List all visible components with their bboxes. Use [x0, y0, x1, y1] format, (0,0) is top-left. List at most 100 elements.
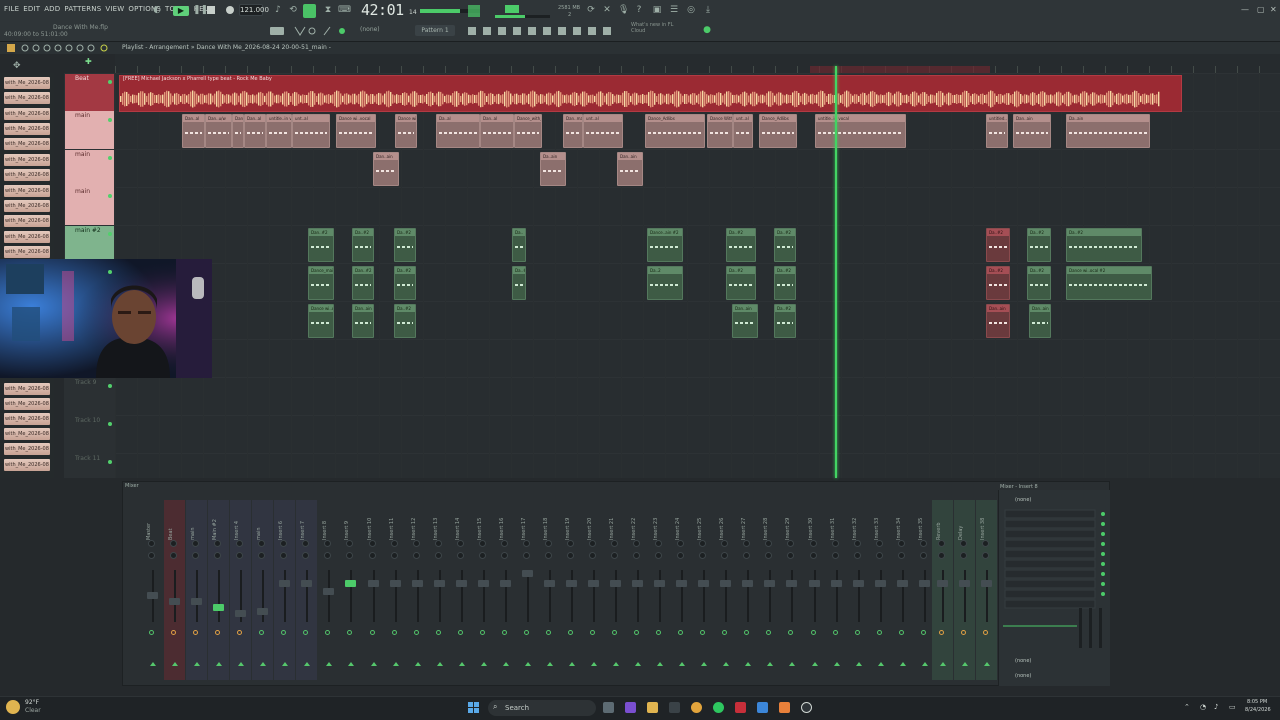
picker-item[interactable]: with_Me_2026-08 [4, 108, 50, 120]
audio-clip-selected[interactable]: Da..#2 [986, 266, 1010, 300]
mixer-channel-strip[interactable]: Insert 32 [848, 500, 869, 680]
stereo-separation-knob[interactable] [721, 552, 729, 559]
pan-knob[interactable] [589, 540, 596, 547]
picker-item[interactable]: with_Me_2026-08 [4, 383, 50, 395]
plugin-database-icon[interactable]: ▣ [652, 5, 662, 15]
fx-enable-dot[interactable] [303, 630, 309, 635]
mixer-channel-strip[interactable]: Insert 8 [318, 500, 339, 680]
route-arrow-icon[interactable] [150, 662, 156, 666]
picker-item[interactable]: with_Me_2026-08 [4, 246, 50, 258]
audio-clip[interactable]: Dan..al [244, 114, 266, 148]
stereo-separation-knob[interactable] [831, 552, 839, 559]
fx-enable-dot[interactable] [612, 630, 618, 635]
picker-item[interactable]: with_Me_2026-08 [4, 231, 50, 243]
audio-clip[interactable]: Dan..al [232, 114, 244, 148]
audio-clip-main2[interactable]: Da..#2 [1066, 228, 1142, 262]
audio-clip[interactable]: Dance wi..vocal [395, 114, 417, 148]
volume-fader-track[interactable] [791, 570, 794, 622]
audio-clip-main2[interactable]: Da..#2 [1027, 228, 1051, 262]
mixer-channel-strip[interactable]: Insert 29 [781, 500, 802, 680]
volume-fader[interactable] [610, 580, 622, 587]
pan-knob[interactable] [699, 540, 707, 547]
mixer-channel-strip[interactable]: Insert 15 [473, 500, 494, 680]
audio-clip-main2[interactable]: Da..#2 [726, 228, 756, 262]
audio-clip-main2[interactable]: Dan..ain [352, 304, 374, 338]
volume-fader-track[interactable] [857, 570, 860, 622]
picker-item[interactable]: with_Me_2026-08 [4, 169, 50, 181]
pan-knob[interactable] [853, 540, 861, 547]
volume-fader[interactable] [213, 604, 225, 611]
stereo-separation-knob[interactable] [633, 552, 641, 559]
song-position-display[interactable]: 42:01 [361, 1, 404, 19]
route-arrow-icon[interactable] [172, 662, 179, 666]
stereo-separation-knob[interactable] [258, 552, 266, 559]
mixer-channel-strip[interactable]: Insert 16 [495, 500, 516, 680]
audio-clip[interactable]: Dan..ain [1013, 114, 1051, 148]
volume-fader-track[interactable] [879, 570, 882, 622]
audio-clip[interactable]: Dan..al [182, 114, 205, 148]
pan-knob[interactable] [875, 540, 883, 547]
volume-fader[interactable] [543, 580, 555, 587]
pan-knob[interactable] [919, 540, 927, 547]
mixer-channel-strip[interactable]: Insert 14 [451, 500, 472, 680]
audio-clip[interactable]: Da..ain [540, 152, 566, 186]
metronome-icon[interactable]: ♪ [273, 5, 283, 15]
route-arrow-icon[interactable] [855, 662, 862, 666]
pan-knob[interactable] [456, 540, 464, 547]
audio-clip-main2[interactable]: Dan..ain [732, 304, 758, 338]
volume-fader[interactable] [852, 580, 864, 587]
track-mute-led[interactable] [108, 118, 112, 122]
route-arrow-icon[interactable] [679, 662, 686, 666]
audio-clip-main2[interactable]: Da..#2 [774, 266, 796, 300]
pan-knob[interactable] [633, 540, 641, 547]
volume-fader-track[interactable] [986, 570, 988, 622]
picker-item[interactable]: with_Me_2026-08 [4, 154, 50, 166]
stereo-separation-knob[interactable] [170, 552, 178, 559]
fx-enable-dot[interactable] [678, 630, 684, 635]
spotify-icon[interactable] [713, 702, 724, 713]
countdown-icon[interactable]: ⧗ [323, 5, 333, 15]
chrome-icon[interactable] [691, 702, 702, 713]
pan-knob[interactable] [611, 540, 619, 547]
audio-clip[interactable]: unt..al [583, 114, 623, 148]
audio-clip-main2[interactable]: Dan..#2 [352, 266, 374, 300]
audio-clip-main2[interactable]: Dance_main #2 [308, 266, 334, 300]
pan-knob[interactable] [148, 540, 155, 547]
pan-knob[interactable] [478, 540, 486, 547]
route-arrow-icon[interactable] [723, 662, 730, 666]
fx-enable-dot[interactable] [435, 630, 441, 635]
mixer-channel-strip[interactable]: Insert 22 [627, 500, 648, 680]
picker-item[interactable]: with_Me_2026-08 [4, 138, 50, 150]
stereo-separation-knob[interactable] [412, 552, 420, 559]
volume-fader[interactable] [698, 580, 710, 587]
volume-fader-track[interactable] [284, 570, 287, 622]
audio-clip-main2[interactable]: Da..#2 [774, 304, 796, 338]
route-arrow-icon[interactable] [282, 662, 289, 666]
track-mute-led[interactable] [108, 384, 112, 388]
volume-fader[interactable] [764, 580, 776, 587]
fl-studio-icon[interactable] [779, 702, 790, 713]
picker-item[interactable]: with_Me_2026-08 [4, 123, 50, 135]
audio-clip[interactable]: Dance_Adlibs [645, 114, 705, 148]
route-arrow-icon[interactable] [392, 662, 399, 666]
volume-fader-track[interactable] [196, 570, 199, 622]
track-mute-led[interactable] [108, 422, 112, 426]
record-button[interactable] [226, 6, 234, 14]
route-arrow-icon[interactable] [613, 662, 620, 666]
pan-knob[interactable] [787, 540, 795, 547]
stereo-separation-knob[interactable] [960, 552, 967, 559]
volume-fader-track[interactable] [548, 570, 551, 622]
audio-clip-main2[interactable]: Da..#2 [394, 304, 416, 338]
mixer-channel-strip[interactable]: Insert 13 [429, 500, 450, 680]
fx-enable-dot[interactable] [832, 630, 838, 635]
volume-fader[interactable] [169, 598, 181, 605]
menu-patterns[interactable]: PATTERNS [64, 5, 101, 13]
route-arrow-icon[interactable] [502, 662, 509, 666]
task-view-icon[interactable] [603, 702, 614, 713]
volume-fader[interactable] [981, 580, 992, 587]
wifi-icon[interactable]: ◔ [1200, 703, 1206, 711]
stereo-separation-knob[interactable] [982, 552, 989, 559]
picker-item[interactable]: with_Me_2026-08 [4, 92, 50, 104]
taskbar-clock[interactable]: 8:05 PM [1247, 699, 1267, 705]
battery-icon[interactable]: ▭ [1229, 703, 1236, 711]
